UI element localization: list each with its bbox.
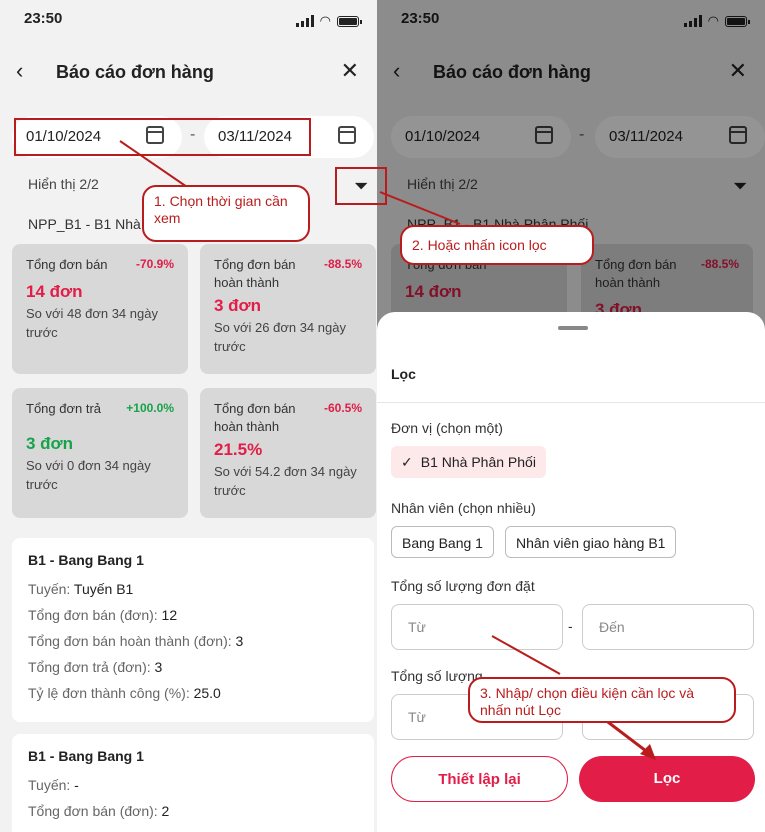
qty-completed-label: Tổng số lượng — [391, 668, 483, 684]
reset-button[interactable]: Thiết lập lại — [391, 756, 568, 802]
detail-card[interactable]: B1 - Bang Bang 1 Tuyến: - Tổng đơn bán (… — [12, 734, 374, 832]
staff-label: Nhân viên (chọn nhiều) — [391, 500, 536, 516]
step-3-callout: 3. Nhập/ chọn điều kiện cần lọc và nhấn … — [468, 677, 736, 723]
detail-card[interactable]: B1 - Bang Bang 1 Tuyến: Tuyến B1 Tổng đơ… — [12, 538, 374, 722]
status-bar: 23:50 ◠ — [0, 10, 377, 32]
filter-highlight-box — [335, 167, 387, 205]
header: ‹ Báo cáo đơn hàng ✕ — [0, 56, 377, 88]
summary-card-returns: Tổng đơn trả +100.0% 3 đơn So với 0 đơn … — [12, 388, 188, 518]
staff-chip[interactable]: Nhân viên giao hàng B1 — [505, 526, 677, 558]
summary-card-rate: Tổng đơn bán hoàn thành -60.5% 21.5% So … — [200, 388, 376, 518]
staff-chip[interactable]: Bang Bang 1 — [391, 526, 494, 558]
summary-card-completed: Tổng đơn bán hoàn thành -88.5% 3 đơn So … — [200, 244, 376, 374]
chevron-left-icon[interactable]: ‹ — [16, 58, 23, 84]
check-icon: ✓ — [401, 454, 413, 470]
step-1-callout: 1. Chọn thời gian cần xem — [142, 185, 310, 242]
signal-icon — [295, 15, 314, 27]
date-highlight-box — [14, 118, 311, 156]
unit-chip-selected[interactable]: ✓ B1 Nhà Phân Phối — [391, 446, 546, 478]
wifi-icon: ◠ — [319, 13, 331, 28]
page-title: Báo cáo đơn hàng — [56, 62, 214, 82]
filter-sheet: Lọc Đơn vị (chọn một) ✓ B1 Nhà Phân Phối … — [377, 312, 765, 832]
qty-ordered-label: Tổng số lượng đơn đặt — [391, 578, 535, 594]
step-2-callout: 2. Hoặc nhấn icon lọc — [400, 225, 594, 265]
qty-ordered-from-input[interactable]: Từ — [391, 604, 563, 650]
unit-label: Đơn vị (chọn một) — [391, 420, 503, 436]
sheet-title: Lọc — [391, 366, 416, 382]
calendar-icon[interactable] — [338, 126, 356, 144]
apply-filter-button[interactable]: Lọc — [579, 756, 755, 802]
distributor-label: NPP_B1 - B1 Nhà — [28, 216, 141, 232]
summary-card-sales: Tổng đơn bán -70.9% 14 đơn So với 48 đơn… — [12, 244, 188, 374]
close-icon[interactable]: ✕ — [341, 58, 359, 84]
status-time: 23:50 — [24, 10, 63, 27]
display-count: Hiển thị 2/2 — [28, 176, 99, 192]
qty-ordered-to-input[interactable]: Đến — [582, 604, 754, 650]
battery-icon — [337, 15, 362, 27]
drag-handle[interactable] — [558, 326, 588, 330]
